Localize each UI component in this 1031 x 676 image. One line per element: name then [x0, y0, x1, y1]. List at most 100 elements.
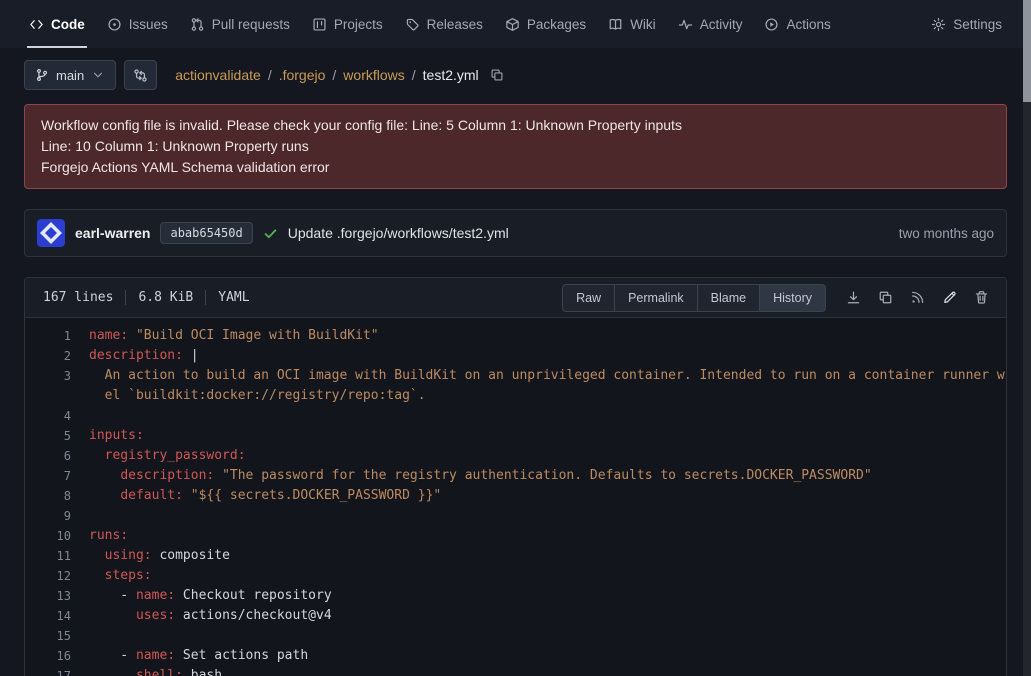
code-text: using: composite [89, 546, 230, 566]
code-line: 13 - name: Checkout repository [25, 586, 1006, 606]
line-number[interactable]: 16 [25, 646, 89, 666]
breadcrumb-segment[interactable]: actionvalidate [175, 67, 261, 83]
code-line: 17 shell: bash [25, 666, 1006, 676]
file-meta: 167 lines 6.8 KiB YAML [35, 290, 250, 305]
commit-hash[interactable]: abab65450d [160, 222, 252, 244]
avatar[interactable] [37, 219, 65, 247]
nav-item-label: Issues [129, 17, 168, 32]
nav-item-releases[interactable]: Releases [394, 0, 494, 48]
line-number[interactable]: 14 [25, 606, 89, 626]
commit-author[interactable]: earl-warren [75, 225, 150, 241]
permalink-button[interactable]: Permalink [614, 284, 698, 312]
package-icon [505, 17, 520, 32]
breadcrumb-separator: / [268, 67, 272, 83]
code-text: registry_password: [89, 446, 246, 466]
code-line: 7 description: "The password for the reg… [25, 466, 1006, 486]
line-number[interactable]: 10 [25, 526, 89, 546]
code-line: 8 default: "${{ secrets.DOCKER_PASSWORD … [25, 486, 1006, 506]
line-number[interactable]: 4 [25, 406, 89, 426]
history-button[interactable]: History [759, 284, 826, 312]
code-line: 9 [25, 506, 1006, 526]
commit-panel: earl-warren abab65450d Update .forgejo/w… [24, 209, 1007, 257]
pull-request-icon [190, 17, 205, 32]
line-number[interactable]: 12 [25, 566, 89, 586]
rss-feed-button[interactable] [902, 284, 932, 312]
toolbar-row: main actionvalidate/.forgejo/workflows/t… [24, 60, 1007, 90]
pencil-icon [942, 290, 957, 305]
line-number[interactable]: 6 [25, 446, 89, 466]
scrollbar-thumb[interactable] [1023, 0, 1031, 102]
breadcrumb-segment[interactable]: .forgejo [279, 67, 326, 83]
code-text: description: "The password for the regis… [89, 466, 872, 486]
code-text: inputs: [89, 426, 144, 446]
download-button[interactable] [838, 284, 868, 312]
code-line: 6 registry_password: [25, 446, 1006, 466]
code-line: 15 [25, 626, 1006, 646]
error-line: Workflow config file is invalid. Please … [41, 115, 990, 136]
edit-button[interactable] [934, 284, 964, 312]
nav-item-packages[interactable]: Packages [494, 0, 597, 48]
nav-item-label: Pull requests [212, 17, 290, 32]
line-number[interactable]: 17 [25, 666, 89, 676]
code-line: 12 steps: [25, 566, 1006, 586]
nav-item-activity[interactable]: Activity [667, 0, 754, 48]
error-line: Forgejo Actions YAML Schema validation e… [41, 157, 990, 178]
tag-icon [405, 17, 420, 32]
breadcrumb-segment[interactable]: workflows [343, 67, 404, 83]
nav-item-pull-requests[interactable]: Pull requests [179, 0, 301, 48]
play-icon [764, 17, 779, 32]
git-compare-icon [133, 68, 148, 83]
page: CodeIssuesPull requestsProjectsReleasesP… [0, 0, 1031, 676]
content: main actionvalidate/.forgejo/workflows/t… [0, 60, 1031, 676]
project-icon [312, 17, 327, 32]
commit-message[interactable]: Update .forgejo/workflows/test2.yml [288, 225, 509, 241]
code-text: An action to build an OCI image with Bui… [89, 366, 1007, 386]
nav-item-actions[interactable]: Actions [753, 0, 841, 48]
code-text: el `buildkit:docker://registry/repo:tag`… [89, 386, 426, 406]
nav-item-code[interactable]: Code [18, 0, 96, 48]
line-number[interactable]: 9 [25, 506, 89, 526]
code-line: 14 uses: actions/checkout@v4 [25, 606, 1006, 626]
rss-icon [910, 290, 925, 305]
branch-name: main [56, 68, 84, 83]
code-text: runs: [89, 526, 128, 546]
file-panel: 167 lines 6.8 KiB YAML RawPermalinkBlame… [24, 277, 1007, 676]
code-text: name: "Build OCI Image with BuildKit" [89, 326, 379, 346]
line-number[interactable]: 15 [25, 626, 89, 646]
line-number[interactable]: 8 [25, 486, 89, 506]
file-header: 167 lines 6.8 KiB YAML RawPermalinkBlame… [25, 278, 1006, 318]
copy-path-button[interactable] [488, 66, 506, 84]
delete-button[interactable] [966, 284, 996, 312]
line-number[interactable]: 5 [25, 426, 89, 446]
nav-item-issues[interactable]: Issues [96, 0, 179, 48]
line-number[interactable]: 11 [25, 546, 89, 566]
breadcrumb-separator: / [412, 67, 416, 83]
code-text: - name: Set actions path [89, 646, 308, 666]
nav-item-settings[interactable]: Settings [920, 0, 1013, 48]
file-language: YAML [218, 290, 249, 305]
line-number[interactable]: 1 [25, 326, 89, 346]
branch-selector[interactable]: main [24, 60, 116, 90]
code-text: shell: bash [89, 666, 222, 676]
line-number[interactable]: 7 [25, 466, 89, 486]
blame-button[interactable]: Blame [697, 284, 760, 312]
raw-button[interactable]: Raw [562, 284, 615, 312]
code-line: 5inputs: [25, 426, 1006, 446]
code-text: steps: [89, 566, 152, 586]
nav-item-projects[interactable]: Projects [301, 0, 394, 48]
nav-item-wiki[interactable]: Wiki [597, 0, 667, 48]
code-text: uses: actions/checkout@v4 [89, 606, 332, 626]
nav-item-label: Wiki [630, 17, 656, 32]
divider [205, 290, 206, 305]
code-line: 4 [25, 406, 1006, 426]
compare-button[interactable] [124, 60, 157, 90]
issue-icon [107, 17, 122, 32]
check-icon [263, 226, 278, 241]
pulse-icon [678, 17, 693, 32]
line-number[interactable]: 3 [25, 366, 89, 386]
scrollbar[interactable] [1023, 0, 1031, 676]
line-number[interactable]: 2 [25, 346, 89, 366]
line-number[interactable]: 13 [25, 586, 89, 606]
line-number[interactable] [25, 386, 89, 406]
copy-content-button[interactable] [870, 284, 900, 312]
